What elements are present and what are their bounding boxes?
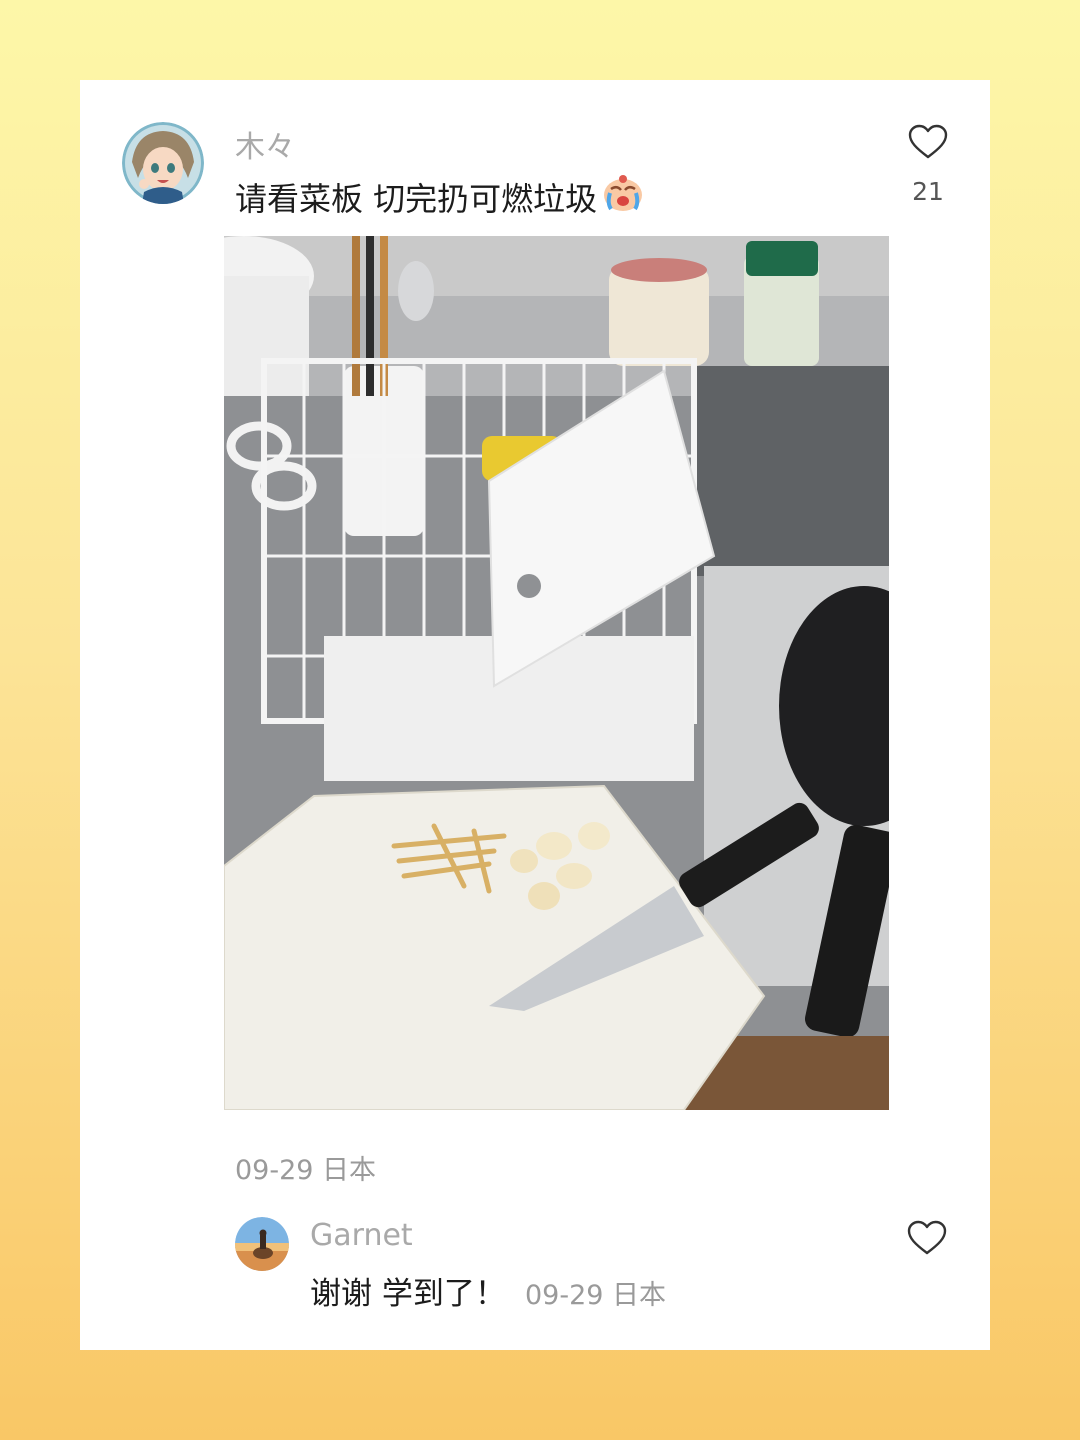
comment-like-button[interactable]: [906, 124, 950, 164]
crying-face-emoji-icon: [601, 173, 645, 221]
reply-username[interactable]: Garnet: [310, 1218, 413, 1253]
reply-avatar[interactable]: [235, 1217, 289, 1271]
user-avatar[interactable]: [122, 122, 204, 204]
comment-card: 木々 请看菜板 切完扔可燃垃圾 21 09-29 日本 Garnet 谢谢 学到…: [80, 80, 990, 1350]
comment-body: 请看菜板 切完扔可燃垃圾: [235, 180, 598, 218]
like-count: 21: [912, 177, 944, 206]
comment-username[interactable]: 木々: [235, 122, 295, 166]
reply-text: 谢谢 学到了！: [310, 1276, 506, 1312]
reply-meta: 09-29 日本: [525, 1280, 667, 1311]
comment-photo[interactable]: [224, 236, 889, 1110]
comment-meta: 09-29 日本: [235, 1155, 377, 1186]
heart-outline-icon: [907, 1220, 947, 1255]
comment-text: 请看菜板 切完扔可燃垃圾: [235, 173, 645, 221]
reply-like-button[interactable]: [907, 1220, 947, 1260]
heart-outline-icon: [908, 124, 948, 159]
